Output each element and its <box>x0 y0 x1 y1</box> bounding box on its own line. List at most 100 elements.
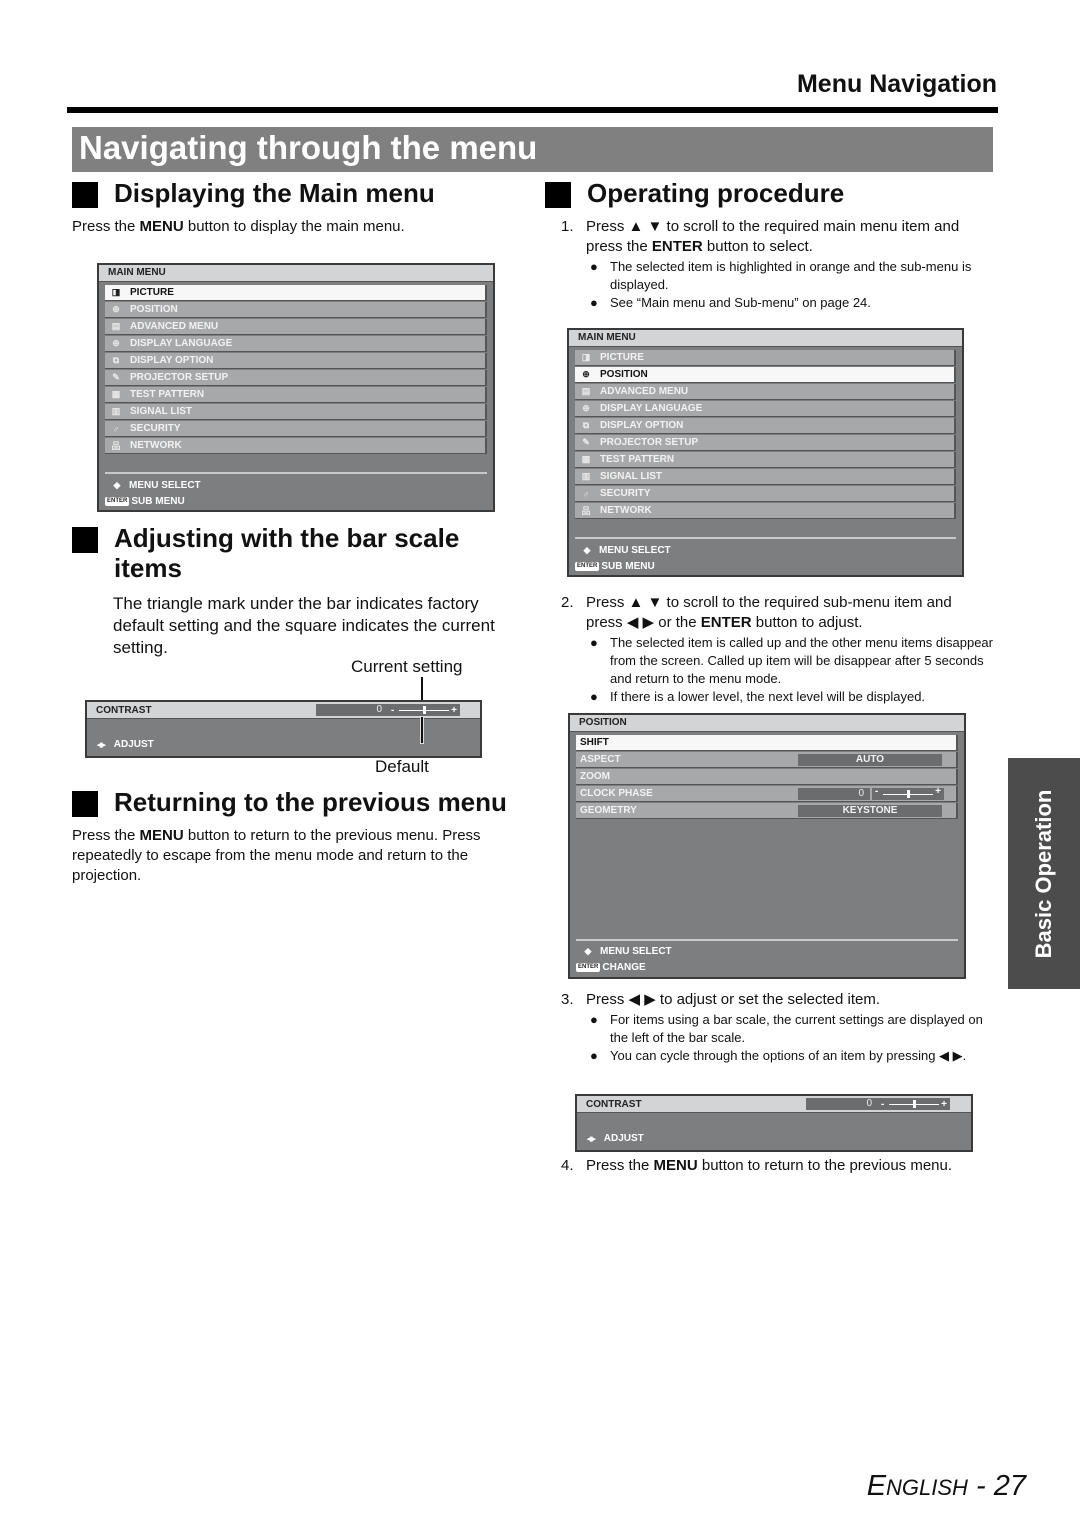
bullet-text: The selected item is called up and the o… <box>610 635 993 686</box>
main-menu-osd-position-selected: MAIN MENU ◨ PICTURE ⊕ POSITION ▤ ADVANCED MENU… <box>567 328 964 577</box>
bar-scale-slider[interactable]: - + <box>872 786 944 800</box>
text-segment: Press the <box>586 1157 654 1174</box>
osd-footer-hint: ◆ MENU SELECT <box>575 542 956 558</box>
osd-menu-item[interactable]: ▦ TEST PATTERN <box>105 387 487 403</box>
contrast-bar-osd: CONTRAST 0- + ◀▶ ADJUST <box>575 1094 973 1152</box>
heading-square-icon <box>545 182 571 208</box>
page-title-banner: Navigating through the menu <box>72 127 993 172</box>
heading-square-icon <box>72 527 98 553</box>
osd-footer-hint: ENTER SUB MENU <box>105 493 487 509</box>
step-number: 4. <box>561 1157 574 1174</box>
text-segment: button to display the main menu. <box>183 218 405 235</box>
osd-menu-item-label: PROJECTOR SETUP <box>130 372 229 383</box>
osd-footer-hint: ◆ MENU SELECT <box>576 943 958 959</box>
osd-menu-item[interactable]: ✎ PROJECTOR SETUP <box>105 370 487 386</box>
osd-bar-row[interactable]: CONTRAST 0- + <box>577 1096 971 1113</box>
osd-menu-item-label: TEST PATTERN <box>130 389 205 400</box>
bullet-text: For items using a bar scale, the current… <box>610 1012 983 1045</box>
step-number: 2. <box>561 594 574 611</box>
step-text: Press ▲ ▼ to scroll to the required main… <box>586 218 960 235</box>
text-segment: button to return to the previous menu. <box>697 1157 953 1174</box>
minus-icon: - <box>881 1099 885 1110</box>
text-segment: button to adjust. <box>751 614 863 631</box>
osd-menu-item[interactable]: ⊕ POSITION <box>105 302 487 318</box>
osd-menu-item-label: NETWORK <box>600 505 652 516</box>
osd-menu-item[interactable]: ▥ SIGNAL LIST <box>575 469 956 485</box>
osd-menu-item[interactable]: ▥ SIGNAL LIST <box>105 404 487 420</box>
step-text: Press ▲ ▼ to scroll to the required sub-… <box>586 594 952 611</box>
heading-text: Operating procedure <box>587 178 845 208</box>
position-submenu-osd: POSITION SHIFT ASPECT AUTO ZOOM CLOCK PHASE 0-… <box>568 713 966 979</box>
section-header-title: Menu Navigation <box>796 70 997 98</box>
text-segment: press the <box>586 238 652 255</box>
separator: - <box>967 1470 994 1502</box>
osd-bar-item-label: CONTRAST <box>586 1099 642 1110</box>
header-rule <box>67 107 998 113</box>
osd-menu-item-label: SIGNAL LIST <box>600 471 663 482</box>
osd-footer-label: ADJUST <box>603 1133 644 1144</box>
osd-menu-item[interactable]: ◨ PICTURE <box>105 285 487 301</box>
submenu-item-label: ASPECT <box>580 754 621 765</box>
submenu-item[interactable]: ASPECT AUTO <box>576 752 958 768</box>
menu-key-label: MENU <box>139 827 184 844</box>
wrench-icon: ✎ <box>112 372 120 382</box>
osd-menu-item-label: DISPLAY OPTION <box>130 355 214 366</box>
network-icon: 品 <box>581 506 591 516</box>
enter-key-label: ENTER <box>651 238 703 255</box>
osd-menu-item[interactable]: ▤ ADVANCED MENU <box>575 384 956 400</box>
osd-menu-item[interactable]: 品 NETWORK <box>105 438 487 454</box>
position-icon: ⊕ <box>112 304 120 314</box>
heading-text: Adjusting with the bar scale <box>114 523 460 553</box>
osd-menu-item[interactable]: ⊕ DISPLAY LANGUAGE <box>105 336 487 352</box>
position-icon: ⊕ <box>582 369 590 379</box>
osd-menu-item[interactable]: ⧉ DISPLAY OPTION <box>105 353 487 369</box>
current-setting-label: Current setting <box>351 657 463 676</box>
key-icon: ♂ <box>582 488 590 499</box>
text-segment: button to select. <box>702 238 813 255</box>
up-down-arrows-icon: ◆ <box>584 945 592 956</box>
osd-menu-item-label: PROJECTOR SETUP <box>600 437 699 448</box>
osd-footer: ◆ MENU SELECT ENTER SUB MENU <box>575 537 956 574</box>
osd-menu-item[interactable]: ▤ ADVANCED MENU <box>105 319 487 335</box>
submenu-item[interactable]: GEOMETRY KEYSTONE <box>576 803 958 819</box>
osd-menu-item[interactable]: ⊕ DISPLAY LANGUAGE <box>575 401 956 417</box>
osd-menu-item[interactable]: ✎ PROJECTOR SETUP <box>575 435 956 451</box>
heading-text: items <box>114 553 182 583</box>
bullet-text: The selected item is highlighted in oran… <box>610 259 972 292</box>
osd-menu-item[interactable]: ⧉ DISPLAY OPTION <box>575 418 956 434</box>
bar-current-marker <box>907 790 910 798</box>
osd-menu-item[interactable]: ◨ PICTURE <box>575 350 956 366</box>
osd-bar-value: 0 <box>806 1098 878 1110</box>
submenu-item-label: ZOOM <box>580 771 610 782</box>
osd-menu-item[interactable]: ⊕ POSITION <box>575 367 956 383</box>
network-icon: 品 <box>111 441 121 451</box>
osd-menu-item-label: DISPLAY LANGUAGE <box>130 338 233 349</box>
osd-menu-item[interactable]: 品 NETWORK <box>575 503 956 519</box>
submenu-item[interactable]: CLOCK PHASE 0- + <box>576 786 958 802</box>
osd-title: MAIN MENU <box>99 265 493 282</box>
bullet-text: See “Main menu and Sub-menu” on page 24. <box>610 295 871 310</box>
enter-key-label: ENTER <box>700 614 752 631</box>
bar-scale-slider[interactable]: - + <box>388 704 460 716</box>
osd-item-list: SHIFT ASPECT AUTO ZOOM CLOCK PHASE 0- + GEOMETR… <box>570 732 964 819</box>
osd-footer: ◆ MENU SELECT ENTER CHANGE <box>576 939 958 975</box>
signal-list-icon: ▥ <box>581 471 591 481</box>
chapter-side-tab: Basic Operation <box>1008 758 1080 989</box>
osd-footer-label: MENU SELECT <box>599 544 671 556</box>
osd-footer-label: MENU SELECT <box>600 945 672 957</box>
submenu-item[interactable]: ZOOM <box>576 769 958 785</box>
minus-icon: - <box>391 705 395 716</box>
bullet-text: You can cycle through the options of an … <box>610 1048 967 1063</box>
step-text: Press ◀ ▶ to adjust or set the selected … <box>586 991 881 1008</box>
osd-menu-item[interactable]: ▦ TEST PATTERN <box>575 452 956 468</box>
osd-menu-item[interactable]: ♂ SECURITY <box>105 421 487 437</box>
enter-key-icon: ENTER <box>575 561 600 571</box>
bar-scale-slider[interactable]: - + <box>878 1098 950 1110</box>
heading-returning: Returning to the previous menu <box>72 787 507 817</box>
osd-menu-item[interactable]: ♂ SECURITY <box>575 486 956 502</box>
display-option-icon: ⧉ <box>582 420 590 430</box>
submenu-item[interactable]: SHIFT <box>576 735 958 751</box>
osd-menu-item-label: SECURITY <box>130 423 181 434</box>
submenu-item-value: KEYSTONE <box>798 805 942 817</box>
chapter-side-tab-label: Basic Operation <box>1031 789 1056 958</box>
